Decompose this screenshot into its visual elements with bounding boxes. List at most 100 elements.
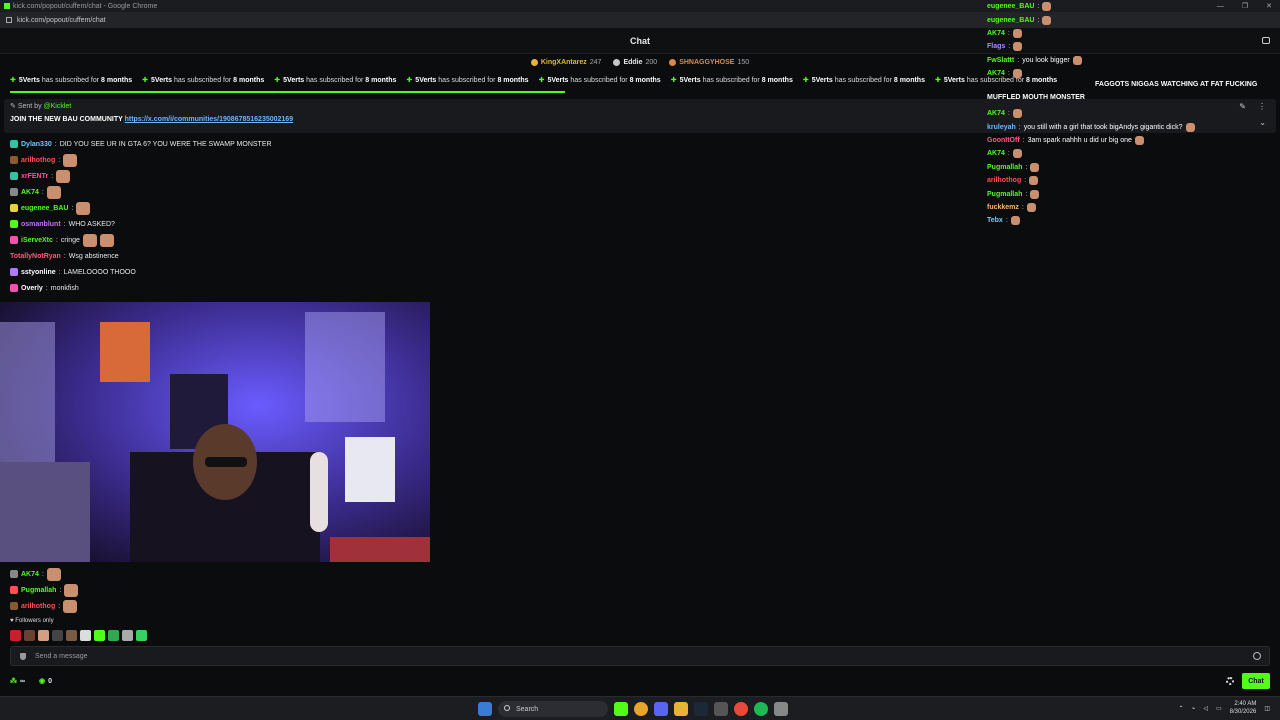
colon-separator: :	[71, 204, 74, 212]
gifter-1[interactable]: KingXAntarez 247	[530, 56, 601, 68]
chat-username[interactable]: Overly	[21, 285, 43, 292]
chat-username[interactable]: Pugmallah	[21, 587, 56, 594]
ticker-user[interactable]: 5Verts	[547, 77, 568, 84]
colon-separator: :	[1037, 16, 1040, 24]
chat-username[interactable]: osmanblunt	[21, 221, 61, 228]
chat-username[interactable]: AK74	[21, 571, 39, 578]
chat-username[interactable]: arilhothog	[21, 157, 55, 164]
chat-message[interactable]: sstyonline: LAMELOOOO THOOO	[10, 264, 430, 280]
overlay-username: AK74	[987, 150, 1005, 158]
message-input[interactable]: Send a message	[10, 646, 1270, 666]
chat-message[interactable]: arilhothog:	[10, 598, 430, 614]
chat-message[interactable]: TotallyNotRyan: Wsg abstinence	[10, 248, 430, 264]
emote-button[interactable]	[94, 630, 105, 641]
windows-start-icon[interactable]	[478, 702, 492, 716]
emote-icon	[1013, 42, 1023, 52]
site-settings-icon[interactable]	[6, 17, 12, 23]
battery-icon[interactable]: ▭	[1216, 705, 1222, 712]
taskbar-clock[interactable]: 2:40 AM 8/30/2026	[1230, 700, 1257, 716]
input-placeholder: Send a message	[35, 652, 88, 660]
send-chat-button[interactable]: Chat	[1242, 673, 1270, 689]
chevron-up-icon[interactable]: ⌃	[1179, 705, 1184, 712]
emote-icon	[64, 583, 79, 597]
emoji-picker-icon[interactable]	[1253, 652, 1261, 660]
emote-button[interactable]	[10, 630, 21, 641]
emote-button[interactable]	[80, 630, 91, 641]
chat-message[interactable]: xrFENTr:	[10, 168, 430, 184]
colon-separator: :	[1007, 29, 1010, 37]
chat-message[interactable]: Pugmallah:	[10, 582, 430, 598]
notifications-icon[interactable]: ◫	[1264, 705, 1270, 712]
overlay-chat-message: AK74:	[987, 147, 1280, 160]
chat-message[interactable]: Dylan330: DID YOU SEE UR IN GTA 6? YOU WE…	[10, 136, 430, 152]
settings-icon[interactable]	[774, 702, 788, 716]
emote-button[interactable]	[24, 630, 35, 641]
pinned-link[interactable]: https://x.com/i/communities/190867851623…	[125, 116, 293, 123]
chat-message[interactable]: osmanblunt: WHO ASKED?	[10, 216, 430, 232]
gifter-3[interactable]: SHNAGGYHOSE 150	[669, 56, 749, 68]
chat-messages-bottom: AK74: Pugmallah: arilhothog:	[10, 566, 430, 614]
kicks-balance[interactable]: ◉ 0	[39, 677, 52, 686]
kick-app-icon[interactable]	[614, 702, 628, 716]
pinned-sender-name[interactable]: @Kicklet	[44, 103, 72, 110]
app-icon[interactable]	[714, 702, 728, 716]
ticker-user[interactable]: 5Verts	[19, 77, 40, 84]
chat-username[interactable]: eugenee_BAU	[21, 205, 68, 212]
colon-separator: :	[1005, 217, 1008, 225]
ticker-user[interactable]: 5Verts	[151, 77, 172, 84]
user-badge-icon	[10, 156, 18, 164]
chat-username[interactable]: xrFENTr	[21, 173, 48, 180]
chat-message[interactable]: arilhothog:	[10, 152, 430, 168]
gift-icon: ✚	[802, 77, 809, 84]
taskbar-search[interactable]: Search	[498, 701, 608, 717]
overlay-username: Flags	[987, 43, 1006, 51]
chrome-alt-icon[interactable]	[734, 702, 748, 716]
clock-date: 8/30/2026	[1229, 709, 1257, 715]
user-badge-icon	[10, 188, 18, 196]
emote-button[interactable]	[108, 630, 119, 641]
chat-username[interactable]: arilhothog	[21, 603, 55, 610]
overlay-username: FwSlattt	[987, 56, 1015, 64]
discord-icon[interactable]	[654, 702, 668, 716]
channel-points[interactable]: ⁂ ∞	[10, 677, 25, 686]
chat-username[interactable]: iServeXtc	[21, 237, 53, 244]
ticker-user[interactable]: 5Verts	[680, 77, 701, 84]
overlay-chat-message: arilhothog:	[987, 174, 1280, 187]
chat-message[interactable]: eugenee_BAU:	[10, 200, 430, 216]
ticker-user[interactable]: 5Verts	[944, 77, 965, 84]
ticker-user[interactable]: 5Verts	[812, 77, 833, 84]
chat-username[interactable]: AK74	[21, 189, 39, 196]
overlay-chat-message: GoonItOff:3am spark nahhh u did ur big o…	[987, 134, 1280, 147]
emote-button[interactable]	[52, 630, 63, 641]
chat-message[interactable]: Overly: monkfish	[10, 280, 430, 296]
emote-button[interactable]	[122, 630, 133, 641]
gear-icon[interactable]	[1226, 677, 1234, 685]
spotify-icon[interactable]	[754, 702, 768, 716]
emote-button[interactable]	[136, 630, 147, 641]
overlay-chat-message: fuckkemz:	[987, 201, 1280, 214]
ticker-user[interactable]: 5Verts	[283, 77, 304, 84]
volume-icon[interactable]: ◁	[1203, 705, 1208, 712]
chat-message[interactable]: AK74:	[10, 184, 430, 200]
steam-icon[interactable]	[694, 702, 708, 716]
ticker-text: has subscribed for	[306, 77, 364, 84]
overlay-username: AK74	[987, 29, 1005, 37]
network-icon[interactable]: ⌁	[1192, 705, 1196, 712]
overlay-text: you look bigger	[1022, 56, 1070, 64]
quick-emotes	[10, 630, 147, 641]
gifter-2[interactable]: Eddie 200	[613, 56, 657, 68]
chrome-icon[interactable]	[634, 702, 648, 716]
chat-message[interactable]: AK74:	[10, 566, 430, 582]
ticker-user[interactable]: 5Verts	[415, 77, 436, 84]
chat-username[interactable]: sstyonline	[21, 269, 56, 276]
chat-text: LAMELOOOO THOOO	[63, 268, 136, 276]
chat-title: Chat	[630, 35, 650, 46]
ticker-item: ✚ 5Verts has subscribed for 8 months	[10, 76, 132, 84]
chat-username[interactable]: Dylan330	[21, 141, 52, 148]
user-badge-icon	[10, 586, 18, 594]
chat-username[interactable]: TotallyNotRyan	[10, 253, 61, 260]
emote-button[interactable]	[66, 630, 77, 641]
chat-message[interactable]: iServeXtc: cringe	[10, 232, 430, 248]
emote-button[interactable]	[38, 630, 49, 641]
file-explorer-icon[interactable]	[674, 702, 688, 716]
